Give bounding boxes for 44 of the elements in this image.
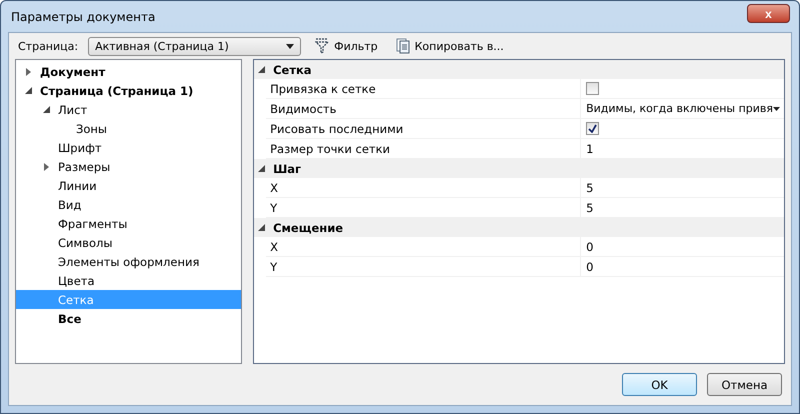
- tree-item[interactable]: Линии: [16, 176, 242, 195]
- tree-item[interactable]: Документ: [16, 62, 242, 81]
- category-header[interactable]: Шаг: [254, 159, 784, 178]
- tree-item[interactable]: Элементы оформления: [16, 252, 242, 271]
- close-button[interactable]: x: [747, 4, 790, 23]
- property-value[interactable]: 0: [586, 260, 594, 274]
- tree-item[interactable]: Страница (Страница 1): [16, 81, 242, 100]
- tree-item[interactable]: Размеры: [16, 157, 242, 176]
- page-dropdown[interactable]: Активная (Страница 1): [88, 36, 302, 56]
- checkbox[interactable]: [586, 82, 600, 95]
- copy-button[interactable]: Копировать в...: [392, 38, 508, 54]
- property-name: Рисовать последними: [266, 119, 582, 138]
- property-name: Размер точки сетки: [266, 139, 582, 158]
- property-name: Y: [266, 198, 582, 217]
- caret-icon: [773, 106, 780, 110]
- property-name: Привязка к сетке: [266, 79, 582, 98]
- property-name: X: [266, 237, 582, 256]
- ok-button[interactable]: OK: [622, 373, 697, 396]
- category-header[interactable]: Смещение: [254, 218, 784, 237]
- document-icon: [396, 38, 410, 54]
- cancel-button[interactable]: Отмена: [707, 373, 782, 396]
- tree-item[interactable]: Лист: [16, 100, 242, 119]
- checkbox[interactable]: [586, 122, 600, 135]
- tree-item[interactable]: Все: [16, 309, 242, 328]
- property-value[interactable]: 5: [586, 200, 594, 214]
- property-value[interactable]: 5: [586, 180, 594, 194]
- filter-button[interactable]: Фильтр: [311, 38, 382, 54]
- tree-item[interactable]: Вид: [16, 195, 242, 214]
- property-value[interactable]: 1: [586, 142, 594, 156]
- tree-item[interactable]: Цвета: [16, 271, 242, 290]
- caret-icon: [286, 44, 294, 48]
- tree-item[interactable]: Символы: [16, 233, 242, 252]
- tree-item[interactable]: Шрифт: [16, 138, 242, 157]
- filter-icon: [315, 38, 330, 54]
- property-value[interactable]: 0: [586, 240, 594, 254]
- property-name: Видимость: [266, 99, 582, 118]
- tree-item[interactable]: Зоны: [16, 119, 242, 138]
- window-title: Параметры документа: [10, 10, 156, 24]
- visibility-dropdown[interactable]: Видимы, когда включены привя: [586, 102, 784, 115]
- property-name: Y: [266, 257, 582, 276]
- page-label: Страница:: [18, 40, 78, 52]
- tree-item[interactable]: Фрагменты: [16, 214, 242, 233]
- category-header[interactable]: Сетка: [254, 60, 784, 79]
- property-name: X: [266, 178, 582, 197]
